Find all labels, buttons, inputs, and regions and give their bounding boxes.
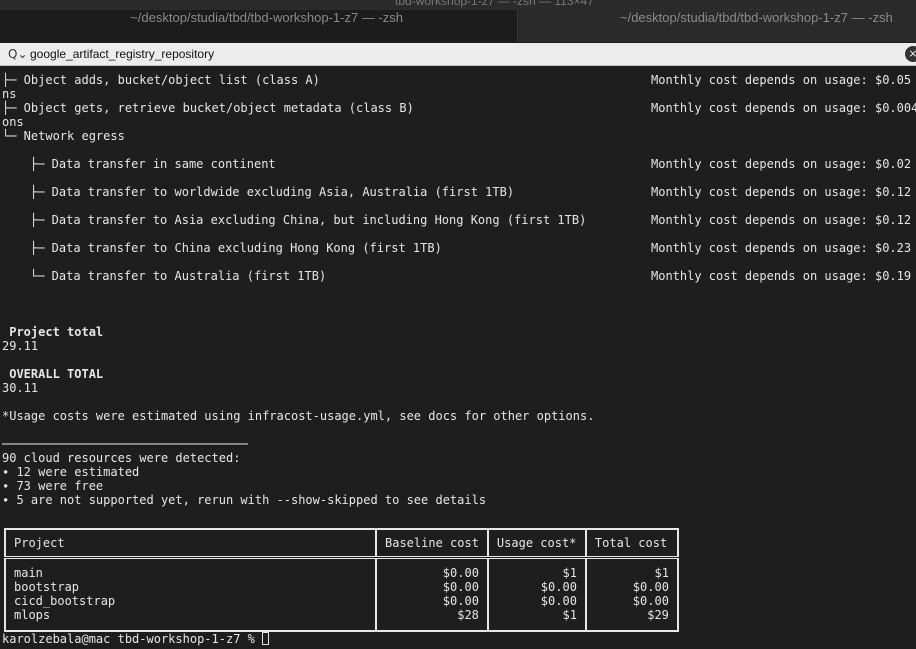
output-line: ├─ Object gets, retrieve bucket/object m… bbox=[2, 101, 414, 115]
output-line: Monthly cost depends on usage: $0.05 p bbox=[651, 73, 916, 87]
search-icon[interactable]: Q⌄ bbox=[8, 47, 28, 61]
output-line: ├─ Data transfer to Asia excluding China… bbox=[30, 213, 587, 227]
output-line: ├─ Data transfer to China excluding Hong… bbox=[30, 241, 442, 255]
cursor bbox=[262, 632, 270, 645]
output-line: ∙ 12 were estimated bbox=[2, 465, 140, 479]
output-line: 90 cloud resources were detected: bbox=[2, 451, 241, 465]
tab-1[interactable]: ~/desktop/studia/tbd/tbd-workshop-1-z7 —… bbox=[0, 10, 518, 42]
output-line: Monthly cost depends on usage: $0.12 p bbox=[651, 185, 916, 199]
output-line: ∙ 73 were free bbox=[2, 479, 104, 493]
tab-bar: ~/desktop/studia/tbd/tbd-workshop-1-z7 —… bbox=[0, 10, 916, 42]
project-names: main bootstrap cicd_bootstrap mlops bbox=[4, 557, 376, 631]
project-total-value: 29.11 bbox=[2, 339, 39, 353]
prompt-text: karolzebala@mac tbd-workshop-1-z7 % bbox=[2, 632, 263, 646]
header-usage-cost: Usage cost* bbox=[486, 529, 586, 559]
terminal-output[interactable]: ├─ Object adds, bucket/object list (clas… bbox=[0, 66, 916, 649]
output-line: Monthly cost depends on usage: $0.23 p bbox=[651, 241, 916, 255]
overall-total-value: 30.11 bbox=[2, 381, 39, 395]
project-total-label: Project total bbox=[2, 325, 104, 339]
output-line: └─ Data transfer to Australia (first 1TB… bbox=[30, 269, 327, 283]
header-total-cost: Total cost bbox=[584, 529, 678, 559]
output-line: Monthly cost depends on usage: $0.12 p bbox=[651, 213, 916, 227]
window-title: tbd-workshop-1-z7 — -zsh — 113×47 bbox=[395, 0, 594, 8]
header-project: Project bbox=[4, 529, 376, 559]
output-line: └─ Network egress bbox=[2, 129, 125, 143]
output-line: Monthly cost depends on usage: $0.004 bbox=[651, 101, 916, 115]
table-row: main bootstrap cicd_bootstrap mlops $0.0… bbox=[4, 557, 678, 631]
output-line: ├─ Data transfer in same continent bbox=[30, 157, 276, 171]
output-line: ├─ Object adds, bucket/object list (clas… bbox=[2, 73, 320, 87]
find-bar: Q⌄ google_artifact_registry_repository ⨯ bbox=[0, 43, 916, 66]
output-line: ∙ 5 are not supported yet, rerun with --… bbox=[2, 493, 487, 507]
header-baseline-cost: Baseline cost bbox=[375, 529, 488, 559]
window-titlebar: tbd-workshop-1-z7 — -zsh — 113×47 bbox=[0, 0, 916, 10]
total-costs: $1 $0.00 $0.00 $29 bbox=[584, 557, 678, 631]
usage-costs: $1 $0.00 $0.00 $1 bbox=[486, 557, 586, 631]
output-line: Monthly cost depends on usage: $0.02 p bbox=[651, 157, 916, 171]
usage-note: *Usage costs were estimated using infrac… bbox=[2, 409, 595, 423]
baseline-costs: $0.00 $0.00 $0.00 $28 bbox=[375, 557, 488, 631]
separator: ────────────────────────────────── bbox=[2, 437, 248, 451]
output-line: ├─ Data transfer to worldwide excluding … bbox=[30, 185, 515, 199]
overall-total-label: OVERALL TOTAL bbox=[2, 367, 104, 381]
cost-summary-table: Project Baseline cost Usage cost* Total … bbox=[4, 528, 679, 632]
clear-search-icon[interactable]: ⨯ bbox=[905, 46, 916, 62]
output-line: ns bbox=[2, 87, 17, 101]
tab-2[interactable]: ~/desktop/studia/tbd/tbd-workshop-1-z7 —… bbox=[519, 10, 916, 42]
output-line: Monthly cost depends on usage: $0.19 p bbox=[651, 269, 916, 283]
search-input[interactable]: google_artifact_registry_repository bbox=[30, 47, 214, 61]
shell-prompt[interactable]: karolzebala@mac tbd-workshop-1-z7 % bbox=[2, 632, 270, 646]
output-line: ons bbox=[2, 115, 24, 129]
